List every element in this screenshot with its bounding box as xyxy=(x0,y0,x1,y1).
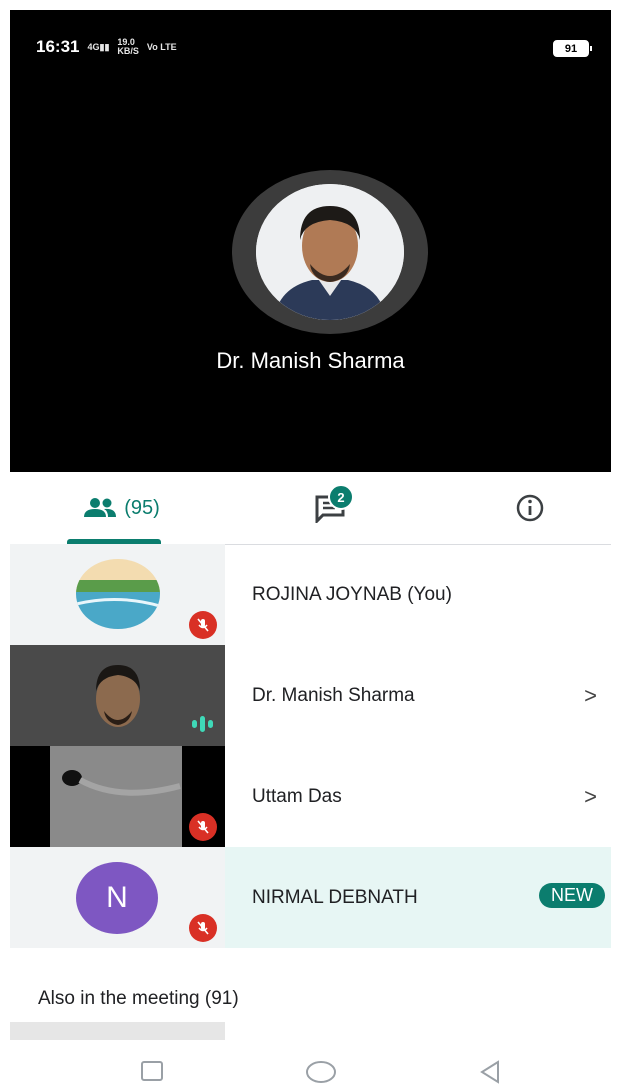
also-in-meeting-heading: Also in the meeting (91) xyxy=(38,988,239,1009)
back-button-icon[interactable] xyxy=(478,1060,502,1084)
participant-info: NIRMAL DEBNATH NEW xyxy=(225,847,611,948)
battery-level: 91 xyxy=(564,42,578,55)
tab-bar: (95) 2 xyxy=(10,472,611,545)
speaker-name: Dr. Manish Sharma xyxy=(216,348,405,373)
chevron-right-icon[interactable]: > xyxy=(584,784,597,810)
people-icon xyxy=(84,498,117,517)
participant-tile: N xyxy=(10,847,225,948)
mic-off-icon xyxy=(189,914,217,942)
mic-off-icon xyxy=(189,611,217,639)
data-speed: 19.0 KB/S xyxy=(117,38,139,56)
network-type: 4G xyxy=(87,41,100,52)
signal-bars-icon: ▮▮ xyxy=(99,41,110,52)
participant-name: Dr. Manish Sharma xyxy=(252,684,415,706)
participant-list: ROJINA JOYNAB (You) Dr. Manish Sharma > xyxy=(10,544,611,948)
speed-unit: KB/S xyxy=(117,46,139,56)
participant-row[interactable]: ROJINA JOYNAB (You) xyxy=(10,544,611,645)
chevron-right-icon[interactable]: > xyxy=(584,683,597,709)
active-speaker-stage[interactable]: 16:31 4G▮▮ 19.0 KB/S Vo LTE 91 Dr. Manish… xyxy=(10,10,611,472)
volte-indicator: Vo LTE xyxy=(146,41,177,52)
participant-tile xyxy=(10,645,225,746)
participant-tile xyxy=(10,746,225,847)
people-count: (95) xyxy=(124,496,160,519)
tab-info[interactable] xyxy=(510,490,550,526)
speaker-avatar xyxy=(232,170,428,334)
battery-icon: 91 xyxy=(553,40,592,57)
participant-name: ROJINA JOYNAB (You) xyxy=(252,583,452,605)
participant-row[interactable]: N NIRMAL DEBNATH NEW xyxy=(10,847,611,948)
recents-button-icon[interactable] xyxy=(140,1060,164,1082)
participant-tile-partial xyxy=(10,1022,225,1040)
status-time: 16:31 xyxy=(36,37,80,56)
chat-unread-badge: 2 xyxy=(328,484,354,510)
home-button-icon[interactable] xyxy=(305,1060,337,1084)
speaker-photo xyxy=(256,184,404,320)
initial-avatar: N xyxy=(76,862,158,934)
participant-name: NIRMAL DEBNATH xyxy=(252,886,418,908)
participant-info: Dr. Manish Sharma > xyxy=(225,645,611,746)
participant-info: Uttam Das > xyxy=(225,746,611,847)
participant-info: ROJINA JOYNAB (You) xyxy=(225,544,611,645)
participant-row[interactable]: Uttam Das > xyxy=(10,746,611,847)
speaking-indicator-icon xyxy=(192,716,213,732)
participant-row[interactable]: Dr. Manish Sharma > xyxy=(10,645,611,746)
system-nav-bar xyxy=(0,1052,621,1086)
status-bar: 16:31 4G▮▮ 19.0 KB/S Vo LTE xyxy=(36,37,177,57)
new-badge: NEW xyxy=(539,883,605,908)
mic-off-icon xyxy=(189,813,217,841)
tab-chat[interactable]: 2 xyxy=(300,484,360,526)
participant-tile xyxy=(10,544,225,645)
tab-people[interactable]: (95) xyxy=(66,490,176,526)
participant-name: Uttam Das xyxy=(252,785,342,807)
signal-indicator: 4G▮▮ xyxy=(87,41,110,52)
info-icon xyxy=(516,494,544,522)
